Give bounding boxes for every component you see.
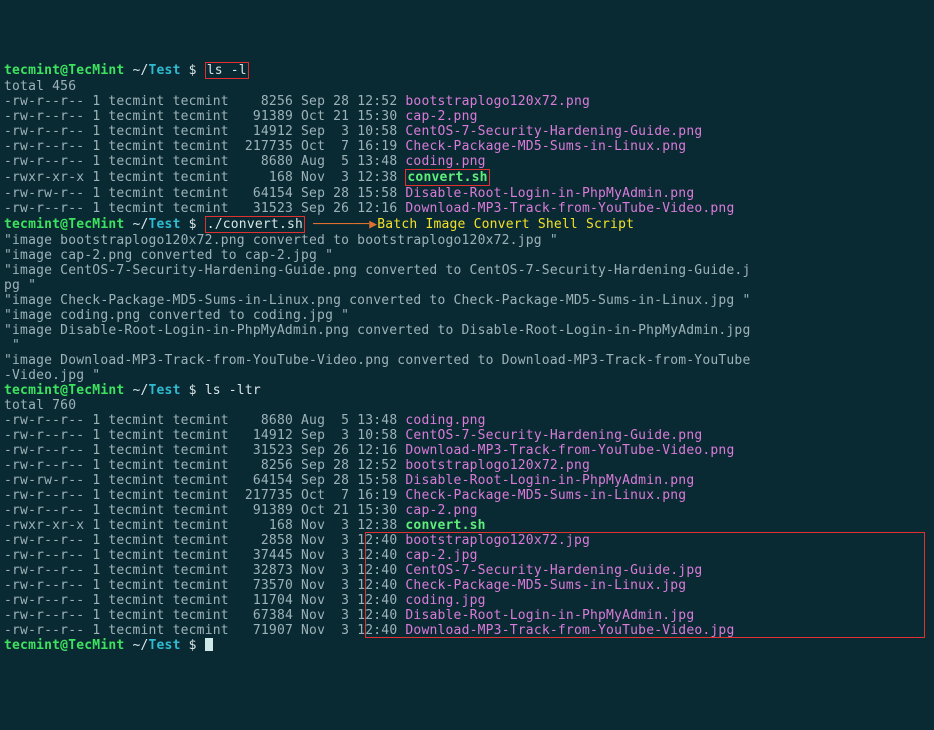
prompt-dollar: $ bbox=[189, 217, 197, 232]
ls-row: -rw-r--r-- 1 tecmint tecmint 14912 Sep 3… bbox=[4, 124, 930, 139]
filename: cap-2.png bbox=[405, 503, 477, 518]
prompt-tilde: ~/ bbox=[132, 638, 148, 653]
prompt-line[interactable]: tecmint@TecMint ~/Test $ ./convert.sh ──… bbox=[4, 216, 930, 233]
prompt-dir: Test bbox=[149, 383, 181, 398]
filename: coding.png bbox=[405, 154, 485, 169]
script-output: pg " bbox=[4, 278, 930, 293]
prompt-line[interactable]: tecmint@TecMint ~/Test $ ls -l bbox=[4, 62, 930, 79]
ls-row: -rwxr-xr-x 1 tecmint tecmint 168 Nov 3 1… bbox=[4, 169, 930, 186]
filename: coding.png bbox=[405, 413, 485, 428]
prompt-userhost: tecmint@TecMint bbox=[4, 383, 124, 398]
prompt-line[interactable]: tecmint@TecMint ~/Test $ ls -ltr bbox=[4, 383, 930, 398]
ls-row: -rw-r--r-- 1 tecmint tecmint 91389 Oct 2… bbox=[4, 109, 930, 124]
ls-row: -rw-r--r-- 1 tecmint tecmint 31523 Sep 2… bbox=[4, 201, 930, 216]
ls-row: -rw-rw-r-- 1 tecmint tecmint 64154 Sep 2… bbox=[4, 473, 930, 488]
prompt-userhost: tecmint@TecMint bbox=[4, 63, 124, 78]
script-output: "image Disable-Root-Login-in-PhpMyAdmin.… bbox=[4, 323, 930, 338]
script-output: -Video.jpg " bbox=[4, 368, 930, 383]
command-input[interactable]: ls -l bbox=[207, 63, 247, 78]
prompt-tilde: ~/ bbox=[132, 383, 148, 398]
ls-row: -rw-r--r-- 1 tecmint tecmint 31523 Sep 2… bbox=[4, 443, 930, 458]
filename: convert.sh bbox=[407, 170, 487, 185]
filename: Download-MP3-Track-from-YouTube-Video.pn… bbox=[405, 443, 734, 458]
prompt-dir: Test bbox=[149, 217, 181, 232]
ls-row: -rwxr-xr-x 1 tecmint tecmint 168 Nov 3 1… bbox=[4, 518, 930, 533]
filename: Download-MP3-Track-from-YouTube-Video.pn… bbox=[405, 201, 734, 216]
prompt-tilde: ~/ bbox=[132, 217, 148, 232]
script-output: "image Check-Package-MD5-Sums-in-Linux.p… bbox=[4, 293, 930, 308]
prompt-dir: Test bbox=[149, 63, 181, 78]
ls-total: total 760 bbox=[4, 398, 930, 413]
prompt-line[interactable]: tecmint@TecMint ~/Test $ bbox=[4, 638, 930, 653]
ls-row: -rw-r--r-- 1 tecmint tecmint 8680 Aug 5 … bbox=[4, 413, 930, 428]
script-output: "image cap-2.png converted to cap-2.jpg … bbox=[4, 248, 930, 263]
prompt-dollar: $ bbox=[189, 63, 197, 78]
filename: Disable-Root-Login-in-PhpMyAdmin.png bbox=[405, 473, 694, 488]
filename: bootstraplogo120x72.png bbox=[405, 94, 590, 109]
ls-row: -rw-r--r-- 1 tecmint tecmint 8680 Aug 5 … bbox=[4, 154, 930, 169]
ls-row: -rw-rw-r-- 1 tecmint tecmint 64154 Sep 2… bbox=[4, 186, 930, 201]
cursor-icon bbox=[205, 638, 213, 651]
filename: CentOS-7-Security-Hardening-Guide.png bbox=[405, 124, 702, 139]
results-block: -rw-r--r-- 1 tecmint tecmint 2858 Nov 3 … bbox=[4, 533, 930, 638]
filename: Disable-Root-Login-in-PhpMyAdmin.png bbox=[405, 186, 694, 201]
prompt-dollar: $ bbox=[189, 383, 197, 398]
command-input[interactable]: ls -ltr bbox=[205, 383, 261, 398]
highlight-box-large bbox=[365, 532, 925, 638]
prompt-userhost: tecmint@TecMint bbox=[4, 217, 124, 232]
ls-row: -rw-r--r-- 1 tecmint tecmint 91389 Oct 2… bbox=[4, 503, 930, 518]
script-output: " bbox=[4, 338, 930, 353]
ls-row: -rw-r--r-- 1 tecmint tecmint 217735 Oct … bbox=[4, 488, 930, 503]
command-input[interactable]: ./convert.sh bbox=[207, 217, 303, 232]
filename: Check-Package-MD5-Sums-in-Linux.png bbox=[405, 488, 686, 503]
prompt-userhost: tecmint@TecMint bbox=[4, 638, 124, 653]
filename: CentOS-7-Security-Hardening-Guide.png bbox=[405, 428, 702, 443]
prompt-tilde: ~/ bbox=[132, 63, 148, 78]
prompt-dir: Test bbox=[149, 638, 181, 653]
filename: bootstraplogo120x72.png bbox=[405, 458, 590, 473]
arrow-icon: ───────▶ bbox=[313, 217, 377, 232]
ls-row: -rw-r--r-- 1 tecmint tecmint 8256 Sep 28… bbox=[4, 94, 930, 109]
filename: convert.sh bbox=[405, 518, 485, 533]
filename: Check-Package-MD5-Sums-in-Linux.png bbox=[405, 139, 686, 154]
script-output: "image coding.png converted to coding.jp… bbox=[4, 308, 930, 323]
ls-row: -rw-r--r-- 1 tecmint tecmint 217735 Oct … bbox=[4, 139, 930, 154]
terminal[interactable]: tecmint@TecMint ~/Test $ ls -ltotal 456-… bbox=[4, 62, 930, 653]
ls-total: total 456 bbox=[4, 79, 930, 94]
filename: cap-2.png bbox=[405, 109, 477, 124]
annotation-label: Batch Image Convert Shell Script bbox=[377, 217, 634, 232]
highlight-box: ./convert.sh bbox=[205, 216, 305, 233]
script-output: "image Download-MP3-Track-from-YouTube-V… bbox=[4, 353, 930, 368]
ls-row: -rw-r--r-- 1 tecmint tecmint 8256 Sep 28… bbox=[4, 458, 930, 473]
prompt-dollar: $ bbox=[189, 638, 197, 653]
script-output: "image bootstraplogo120x72.png converted… bbox=[4, 233, 930, 248]
ls-row: -rw-r--r-- 1 tecmint tecmint 14912 Sep 3… bbox=[4, 428, 930, 443]
highlight-box: convert.sh bbox=[405, 169, 489, 186]
highlight-box: ls -l bbox=[205, 62, 249, 79]
script-output: "image CentOS-7-Security-Hardening-Guide… bbox=[4, 263, 930, 278]
